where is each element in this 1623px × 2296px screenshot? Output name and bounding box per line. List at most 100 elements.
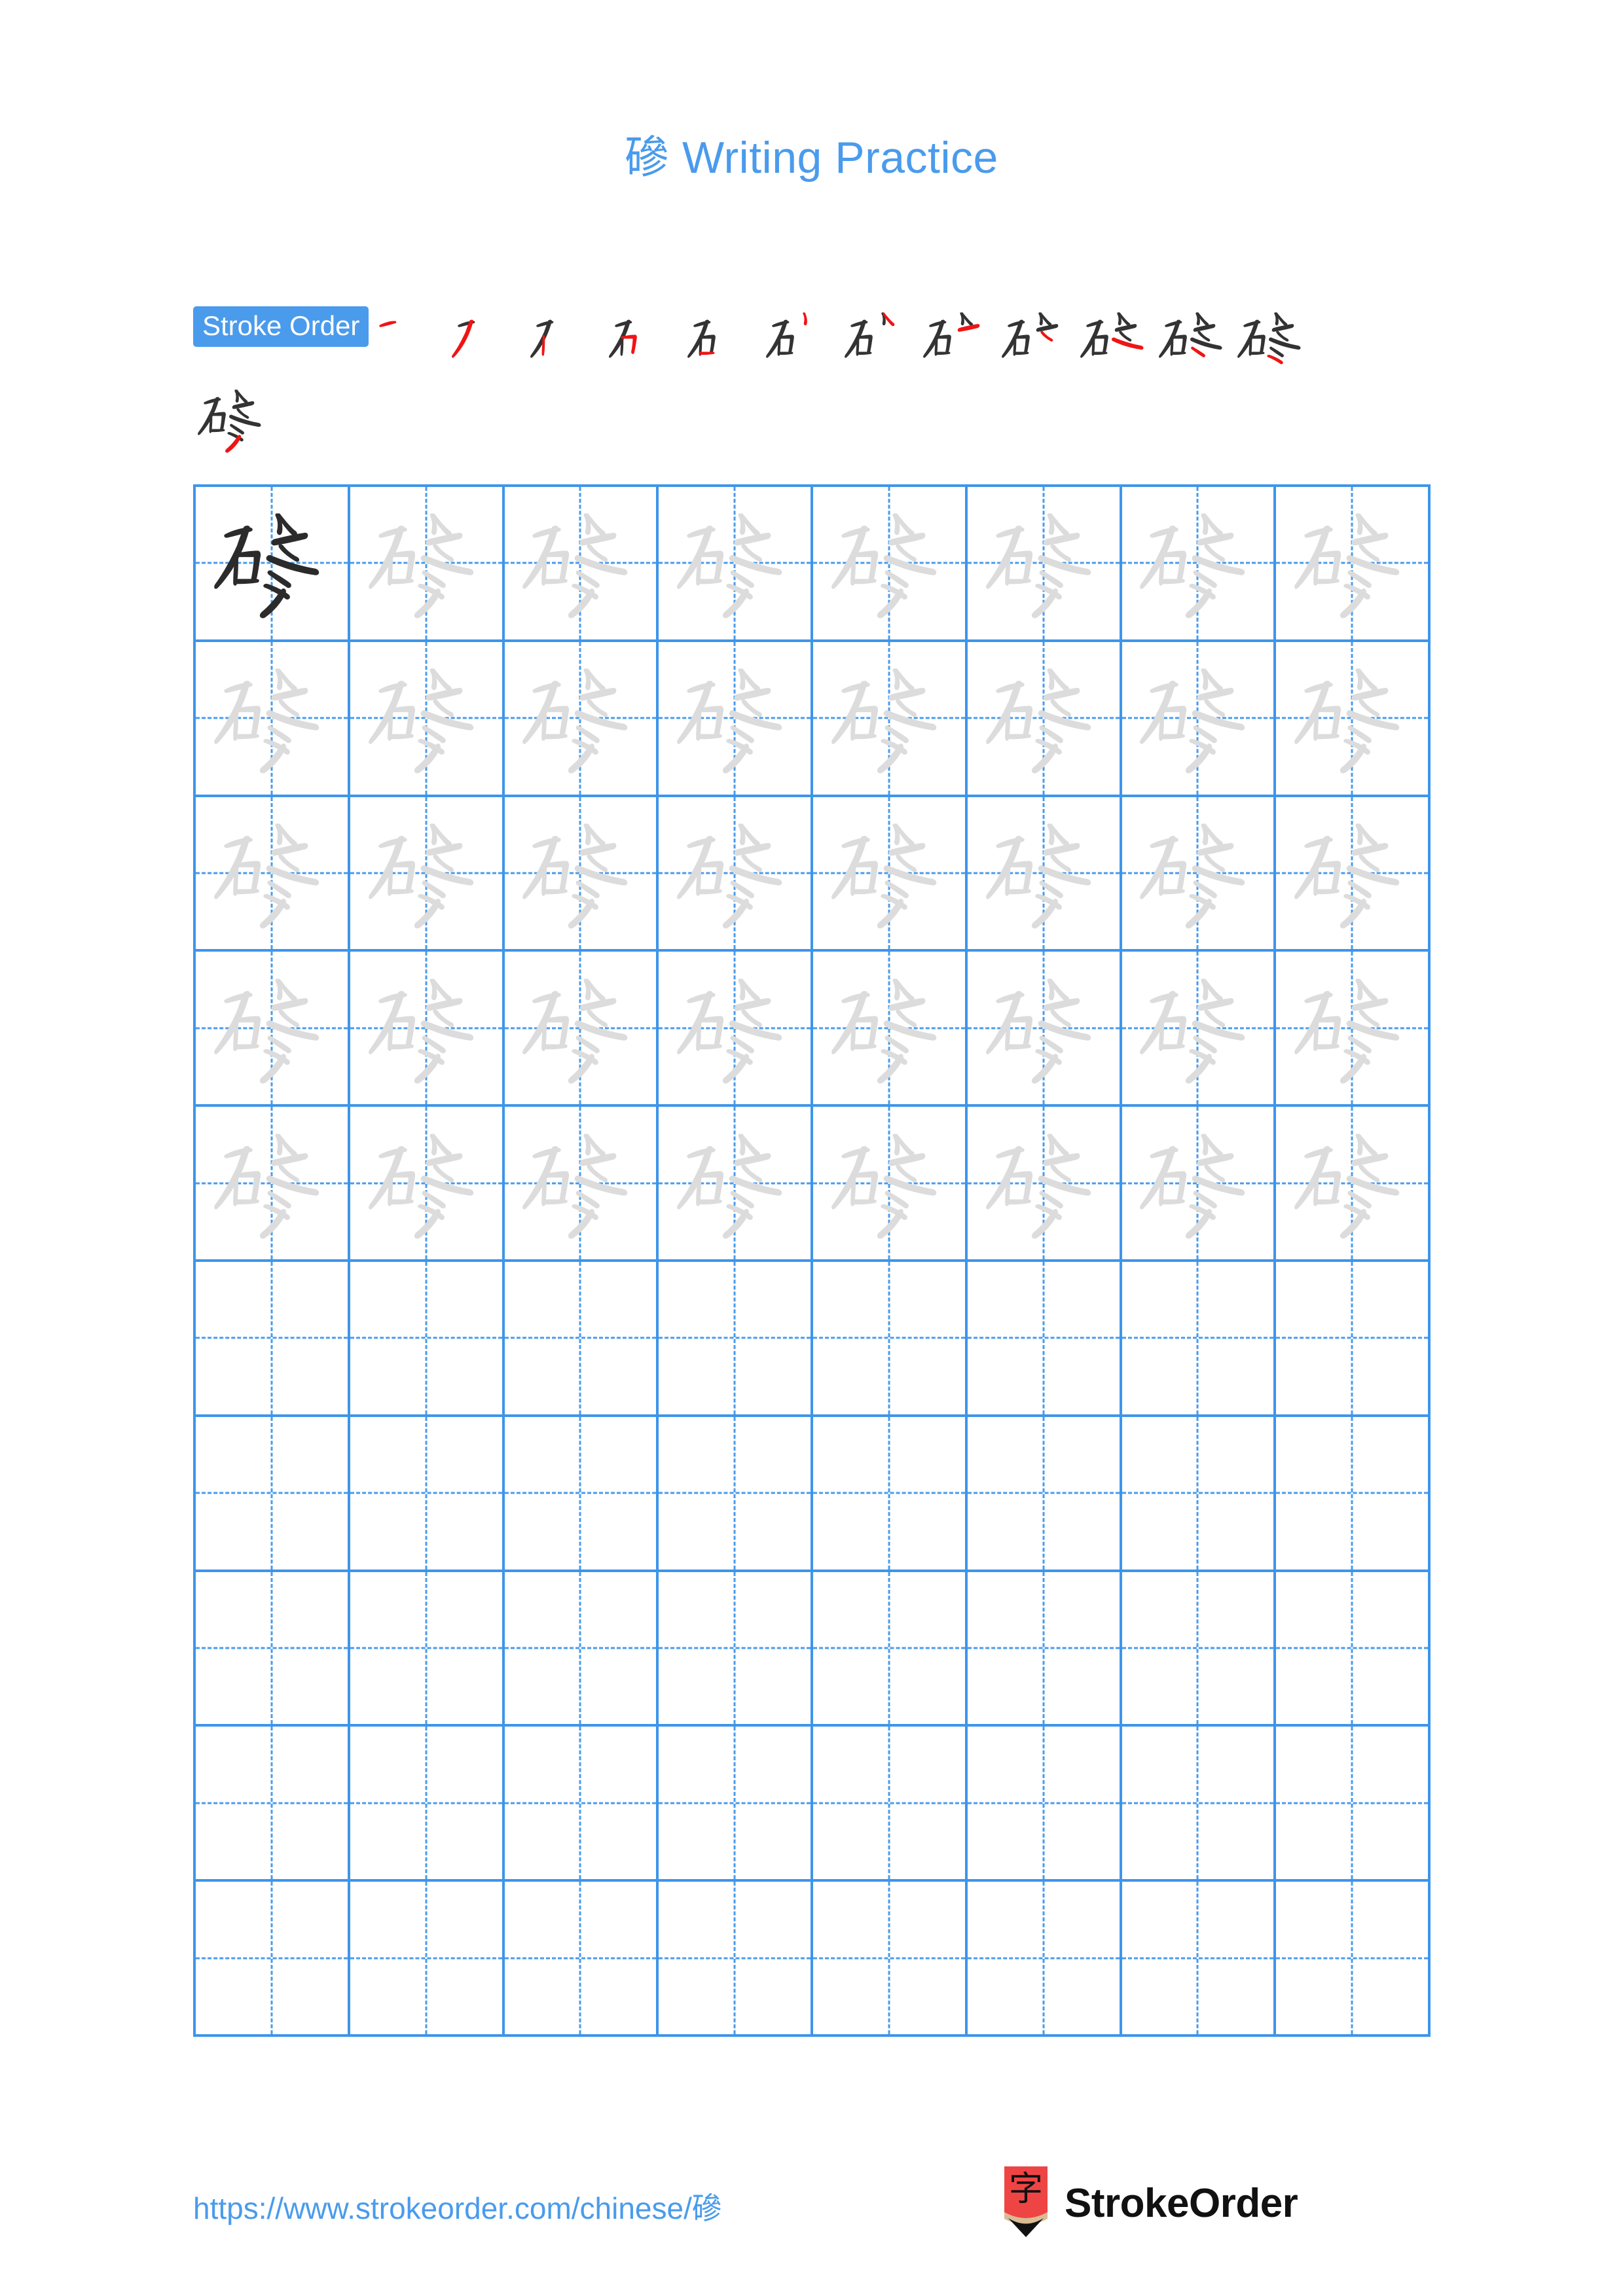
trace-character	[1276, 487, 1428, 639]
practice-cell-9-4[interactable]	[659, 1727, 813, 1882]
practice-cell-8-3[interactable]	[504, 1571, 659, 1727]
practice-cell-2-1[interactable]	[196, 641, 350, 797]
practice-cell-10-3[interactable]	[504, 1882, 659, 2037]
practice-cell-1-5[interactable]	[813, 487, 968, 642]
practice-cell-9-3[interactable]	[504, 1727, 659, 1882]
practice-cell-8-7[interactable]	[1122, 1571, 1277, 1727]
practice-cell-3-5[interactable]	[813, 797, 968, 952]
practice-cell-2-2[interactable]	[350, 641, 505, 797]
practice-cell-7-5[interactable]	[813, 1416, 968, 1572]
practice-cell-5-4[interactable]	[659, 1107, 813, 1262]
practice-cell-7-1[interactable]	[196, 1416, 350, 1572]
trace-character	[196, 1107, 348, 1259]
stroke-order-row-2	[193, 380, 1437, 457]
practice-cell-9-5[interactable]	[813, 1727, 968, 1882]
practice-grid	[193, 484, 1431, 2037]
practice-cell-6-4[interactable]	[659, 1262, 813, 1417]
practice-cell-6-5[interactable]	[813, 1262, 968, 1417]
trace-character	[1122, 642, 1274, 795]
practice-cell-5-3[interactable]	[504, 1107, 659, 1262]
practice-cell-4-5[interactable]	[813, 952, 968, 1107]
page-title: 磣 Writing Practice	[625, 133, 998, 183]
practice-cell-7-8[interactable]	[1276, 1416, 1431, 1572]
practice-cell-9-6[interactable]	[967, 1727, 1122, 1882]
practice-cell-3-3[interactable]	[504, 797, 659, 952]
practice-cell-3-2[interactable]	[350, 797, 505, 952]
trace-character	[813, 487, 965, 639]
practice-cell-4-6[interactable]	[967, 952, 1122, 1107]
practice-cell-5-1[interactable]	[196, 1107, 350, 1262]
trace-character	[968, 487, 1120, 639]
practice-cell-2-3[interactable]	[504, 641, 659, 797]
practice-cell-3-7[interactable]	[1122, 797, 1277, 952]
practice-cell-6-7[interactable]	[1122, 1262, 1277, 1417]
practice-cell-7-6[interactable]	[967, 1416, 1122, 1572]
practice-cell-10-5[interactable]	[813, 1882, 968, 2037]
practice-cell-4-3[interactable]	[504, 952, 659, 1107]
practice-cell-6-1[interactable]	[196, 1262, 350, 1417]
practice-cell-3-8[interactable]	[1276, 797, 1431, 952]
practice-cell-1-6[interactable]	[967, 487, 1122, 642]
practice-cell-1-8[interactable]	[1276, 487, 1431, 642]
stroke-order-row-1: Stroke Order	[193, 302, 1437, 380]
practice-cell-8-6[interactable]	[967, 1571, 1122, 1727]
practice-cell-9-1[interactable]	[196, 1727, 350, 1882]
stroke-step-9	[997, 302, 1076, 380]
trace-character	[813, 797, 965, 950]
practice-cell-8-5[interactable]	[813, 1571, 968, 1727]
practice-cell-2-4[interactable]	[659, 641, 813, 797]
practice-cell-1-2[interactable]	[350, 487, 505, 642]
practice-cell-10-8[interactable]	[1276, 1882, 1431, 2037]
practice-cell-4-2[interactable]	[350, 952, 505, 1107]
practice-cell-2-6[interactable]	[967, 641, 1122, 797]
practice-cell-6-6[interactable]	[967, 1262, 1122, 1417]
practice-cell-1-7[interactable]	[1122, 487, 1277, 642]
practice-cell-1-1[interactable]	[196, 487, 350, 642]
trace-character	[968, 1107, 1120, 1259]
trace-character	[1276, 797, 1428, 950]
practice-cell-7-4[interactable]	[659, 1416, 813, 1572]
practice-cell-3-1[interactable]	[196, 797, 350, 952]
practice-cell-10-4[interactable]	[659, 1882, 813, 2037]
practice-cell-2-5[interactable]	[813, 641, 968, 797]
practice-cell-1-4[interactable]	[659, 487, 813, 642]
practice-cell-4-1[interactable]	[196, 952, 350, 1107]
practice-cell-5-7[interactable]	[1122, 1107, 1277, 1262]
practice-cell-10-2[interactable]	[350, 1882, 505, 2037]
brand-name: StrokeOrder	[1065, 2180, 1298, 2226]
practice-cell-5-5[interactable]	[813, 1107, 968, 1262]
practice-cell-4-7[interactable]	[1122, 952, 1277, 1107]
practice-cell-8-8[interactable]	[1276, 1571, 1431, 1727]
practice-cell-8-2[interactable]	[350, 1571, 505, 1727]
practice-cell-5-6[interactable]	[967, 1107, 1122, 1262]
practice-cell-1-3[interactable]	[504, 487, 659, 642]
practice-cell-7-7[interactable]	[1122, 1416, 1277, 1572]
practice-cell-6-3[interactable]	[504, 1262, 659, 1417]
brand-logo[interactable]: 字 StrokeOrder	[1002, 2166, 1298, 2240]
practice-cell-9-8[interactable]	[1276, 1727, 1431, 1882]
practice-cell-8-1[interactable]	[196, 1571, 350, 1727]
practice-cell-2-7[interactable]	[1122, 641, 1277, 797]
stroke-step-12	[1233, 302, 1311, 380]
practice-cell-10-1[interactable]	[196, 1882, 350, 2037]
practice-cell-4-8[interactable]	[1276, 952, 1431, 1107]
practice-cell-3-4[interactable]	[659, 797, 813, 952]
stroke-step-6	[761, 302, 840, 380]
practice-cell-6-2[interactable]	[350, 1262, 505, 1417]
practice-cell-7-3[interactable]	[504, 1416, 659, 1572]
practice-cell-4-4[interactable]	[659, 952, 813, 1107]
practice-cell-10-6[interactable]	[967, 1882, 1122, 2037]
trace-character	[505, 487, 657, 639]
practice-cell-9-2[interactable]	[350, 1727, 505, 1882]
practice-cell-3-6[interactable]	[967, 797, 1122, 952]
practice-cell-2-8[interactable]	[1276, 641, 1431, 797]
practice-cell-7-2[interactable]	[350, 1416, 505, 1572]
practice-cell-6-8[interactable]	[1276, 1262, 1431, 1417]
practice-cell-5-2[interactable]	[350, 1107, 505, 1262]
practice-cell-8-4[interactable]	[659, 1571, 813, 1727]
practice-cell-9-7[interactable]	[1122, 1727, 1277, 1882]
practice-cell-10-7[interactable]	[1122, 1882, 1277, 2037]
footer-url[interactable]: https://www.strokeorder.com/chinese/磣	[193, 2185, 722, 2228]
practice-cell-5-8[interactable]	[1276, 1107, 1431, 1262]
trace-character	[968, 642, 1120, 795]
